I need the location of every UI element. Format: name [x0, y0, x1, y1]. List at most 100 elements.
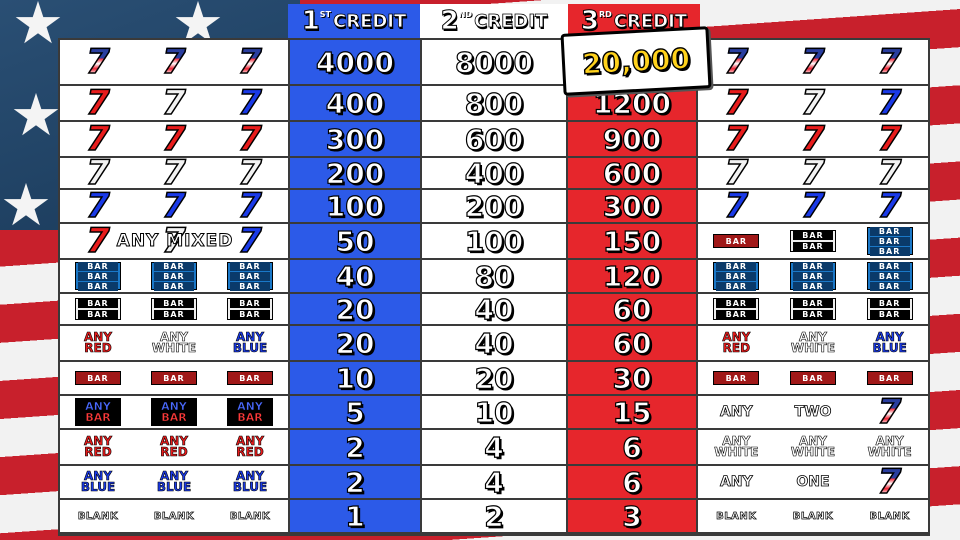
- payout-value: 800: [464, 86, 524, 120]
- color-text: BLUE: [232, 341, 268, 355]
- payout-value: 6: [622, 465, 643, 499]
- bar-text: BAR: [716, 281, 757, 291]
- blank-text: BLANK: [716, 510, 757, 522]
- bar-text: BAR: [869, 281, 910, 291]
- any-bar-symbol: ANY BAR: [227, 398, 273, 426]
- payout-2-credit: 8000: [422, 40, 568, 84]
- any-bar-symbol: ANY BAR: [151, 398, 197, 426]
- payout-value: 100: [464, 224, 524, 258]
- bar-symbol: BAR BAR: [227, 298, 273, 320]
- color-text: BLUE: [232, 480, 268, 494]
- payout-value: 600: [602, 156, 662, 190]
- color-text: BLUE: [872, 341, 907, 355]
- bar-text: BAR: [802, 373, 824, 383]
- payout-2-credit: 4: [422, 465, 568, 499]
- payout-3-credit: 120: [568, 259, 698, 293]
- any-bar-icon: ANY BAR: [73, 397, 123, 427]
- seven-blue-icon: 7: [149, 188, 199, 224]
- seven-red-icon: 7: [711, 85, 761, 121]
- payout-value: 400: [325, 86, 385, 120]
- bar-symbol: BAR BAR BAR: [713, 261, 760, 291]
- bar-symbol: BAR BAR BAR: [866, 226, 913, 256]
- payout-value: 400: [464, 156, 524, 190]
- bar-text: BAR: [725, 236, 748, 246]
- seven-glyph: 7: [161, 119, 186, 159]
- any-color-symbol: ANY RED: [84, 435, 113, 459]
- payout-value: 4: [484, 465, 505, 499]
- payout-1-credit: 2: [290, 430, 422, 464]
- paytable-row: 7 7 7 4000 8000 7 7 7: [60, 40, 928, 86]
- bar-symbol: BAR BAR: [151, 298, 197, 320]
- bar-text: BAR: [725, 373, 748, 383]
- payout-1-credit: 400: [290, 86, 422, 120]
- symbols-right: 7 7 7: [698, 153, 928, 193]
- payout-1-credit: 200: [290, 156, 422, 190]
- bar-text: BAR: [163, 373, 185, 383]
- color-text: RED: [160, 445, 188, 459]
- any-blue-icon: ANY BLUE: [73, 467, 123, 497]
- payout-1-credit: 100: [290, 189, 422, 223]
- payout-value: 3: [622, 499, 643, 533]
- seven-glyph: 7: [800, 83, 825, 123]
- payout-3-credit: 150: [568, 224, 698, 258]
- symbols-left: 7 7 7: [60, 153, 290, 193]
- header-word: CREDIT: [333, 10, 407, 32]
- bar-text: BAR: [716, 299, 757, 308]
- seven-flag-icon: 7: [73, 44, 123, 80]
- seven-red-icon: 7: [711, 119, 761, 159]
- color-text: RED: [722, 341, 751, 355]
- seven-glyph: 7: [877, 83, 902, 123]
- payout-value: 150: [602, 224, 662, 258]
- any-color-symbol: ANY BLUE: [232, 331, 268, 355]
- any-color-symbol: ANY BLUE: [81, 470, 116, 494]
- payout-1-credit: 20: [290, 292, 422, 326]
- seven-glyph: 7: [800, 42, 825, 82]
- seven-flag-icon: 7: [865, 464, 915, 500]
- symbols-left: 7 7 7: [60, 119, 290, 159]
- seven-glyph: 7: [724, 119, 749, 159]
- any-color-symbol: ANY WHITE: [151, 331, 197, 355]
- color-text: WHITE: [790, 445, 836, 459]
- bar-symbol: BAR BAR: [866, 298, 913, 320]
- symbols-right: ANY WHITE ANY WHITE ANY WHITE: [698, 430, 928, 464]
- any-bar-symbol: ANY BAR: [75, 398, 121, 426]
- color-text: WHITE: [151, 341, 197, 355]
- seven-glyph: 7: [237, 83, 262, 123]
- seven-glyph: 7: [800, 119, 825, 159]
- payout-value: 200: [325, 156, 385, 190]
- payout-2-credit: 2: [422, 499, 568, 533]
- symbols-right: ANY ONE 7: [698, 464, 928, 500]
- blank-text: BLANK: [792, 510, 834, 522]
- payout-3-credit: 15: [568, 395, 698, 429]
- paytable-row: ANY BAR ANY BAR ANY BAR 5 10 15 ANY TWO 7: [60, 394, 928, 430]
- jackpot-badge: 20,000: [560, 26, 712, 96]
- bar-text: BAR: [154, 310, 194, 319]
- symbols-right: ANY TWO 7: [698, 394, 928, 430]
- bar-text: BAR: [869, 261, 910, 271]
- payout-value: 6: [622, 430, 643, 464]
- bar-text: BAR: [792, 299, 833, 308]
- header-ordinal: ST: [319, 10, 331, 19]
- bar-blue-icon: BAR BAR BAR: [73, 261, 123, 291]
- any-red-icon: ANY RED: [73, 432, 123, 462]
- paytable-row: 7 7 7 200 400 600 7 7 7: [60, 153, 928, 193]
- bar-text: BAR: [161, 411, 187, 424]
- any-white-icon: ANY WHITE: [149, 328, 199, 358]
- seven-white-icon: 7: [73, 155, 123, 191]
- header-ordinal: ND: [458, 10, 473, 19]
- bar-symbol: BAR BAR BAR: [789, 261, 836, 291]
- payout-value: 80: [474, 259, 514, 293]
- blank-icon: BLANK: [711, 501, 761, 531]
- seven-glyph: 7: [877, 153, 902, 193]
- color-text: WHITE: [867, 445, 912, 459]
- bar-symbol: BAR BAR BAR: [866, 261, 913, 291]
- payout-2-credit: 40: [422, 292, 568, 326]
- bar-white-icon: BAR BAR: [788, 294, 838, 324]
- seven-white-icon: 7: [865, 153, 915, 193]
- bar-text: BAR: [87, 373, 109, 383]
- payout-value: 20: [335, 326, 375, 360]
- payout-1-credit: 300: [290, 122, 422, 156]
- seven-glyph: 7: [237, 153, 262, 193]
- word-any: ANY: [711, 467, 761, 497]
- bar-symbol: BAR BAR BAR: [151, 261, 197, 291]
